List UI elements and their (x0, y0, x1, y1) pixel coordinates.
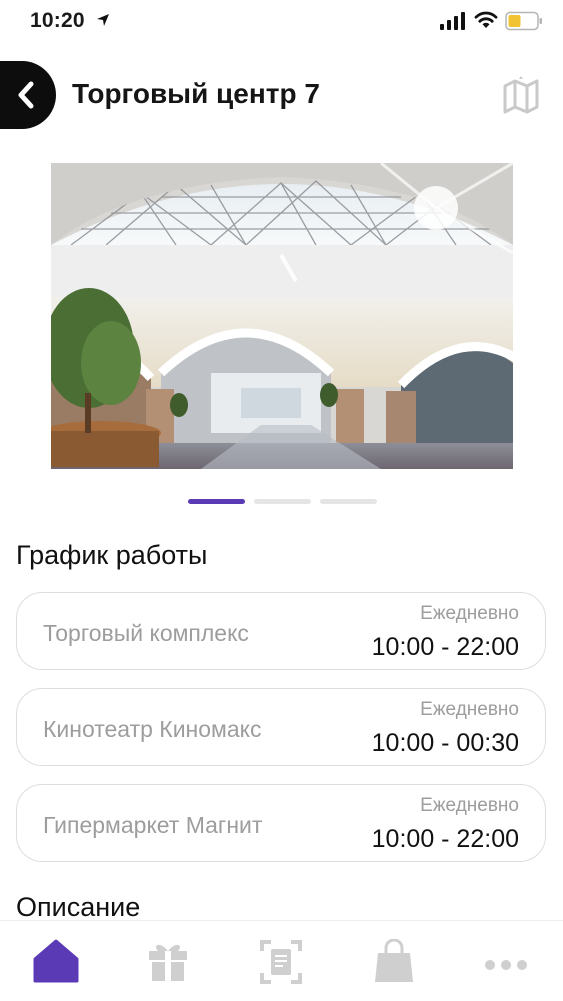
schedule-item-name: Гипермаркет Магнит (43, 812, 263, 838)
tab-shopping[interactable] (364, 939, 424, 995)
mall-interior-image (51, 163, 513, 469)
location-arrow-icon (97, 14, 109, 26)
schedule-card-mall: Торговый комплекс Ежедневно 10:00 - 22:0… (16, 592, 546, 670)
gallery-pager (188, 499, 377, 504)
schedule-item-hours: 10:00 - 22:00 (371, 825, 519, 853)
mall-photo-gallery[interactable] (51, 163, 513, 469)
more-dots-icon (485, 960, 527, 970)
tab-more[interactable] (476, 939, 536, 995)
tab-scan[interactable] (251, 939, 311, 995)
status-time: 10:20 (30, 9, 85, 32)
schedule-item-name: Торговый комплекс (43, 620, 249, 646)
schedule-item-period: Ежедневно (420, 603, 519, 624)
schedule-item-hours: 10:00 - 22:00 (371, 633, 519, 661)
chevron-left-icon (18, 81, 34, 109)
schedule-item-period: Ежедневно (420, 795, 519, 816)
tab-home[interactable] (26, 939, 86, 995)
tab-gifts[interactable] (138, 939, 198, 995)
back-button[interactable] (0, 61, 56, 129)
home-icon (33, 939, 79, 983)
page-title: Торговый центр 7 (72, 78, 320, 109)
schedule-item-period: Ежедневно (420, 699, 519, 720)
schedule-card-hypermarket: Гипермаркет Магнит Ежедневно 10:00 - 22:… (16, 784, 546, 862)
gift-icon (149, 944, 187, 981)
tab-bar (0, 920, 563, 1001)
pager-dot-3[interactable] (320, 499, 377, 504)
pager-dot-1[interactable] (188, 499, 245, 504)
pager-dot-2[interactable] (254, 499, 311, 504)
battery-icon (505, 11, 542, 31)
schedule-item-name: Кинотеатр Киномакс (43, 716, 262, 742)
scan-document-icon (260, 940, 302, 984)
schedule-title: График работы (16, 540, 208, 570)
description-title: Описание (16, 892, 141, 922)
schedule-item-hours: 10:00 - 00:30 (371, 729, 519, 757)
wifi-icon (474, 11, 498, 28)
cellular-signal-icon (440, 12, 465, 30)
map-icon[interactable] (502, 76, 540, 114)
status-bar: 10:20 (0, 0, 563, 44)
schedule-card-cinema: Кинотеатр Киномакс Ежедневно 10:00 - 00:… (16, 688, 546, 766)
shopping-bag-icon (375, 939, 413, 982)
